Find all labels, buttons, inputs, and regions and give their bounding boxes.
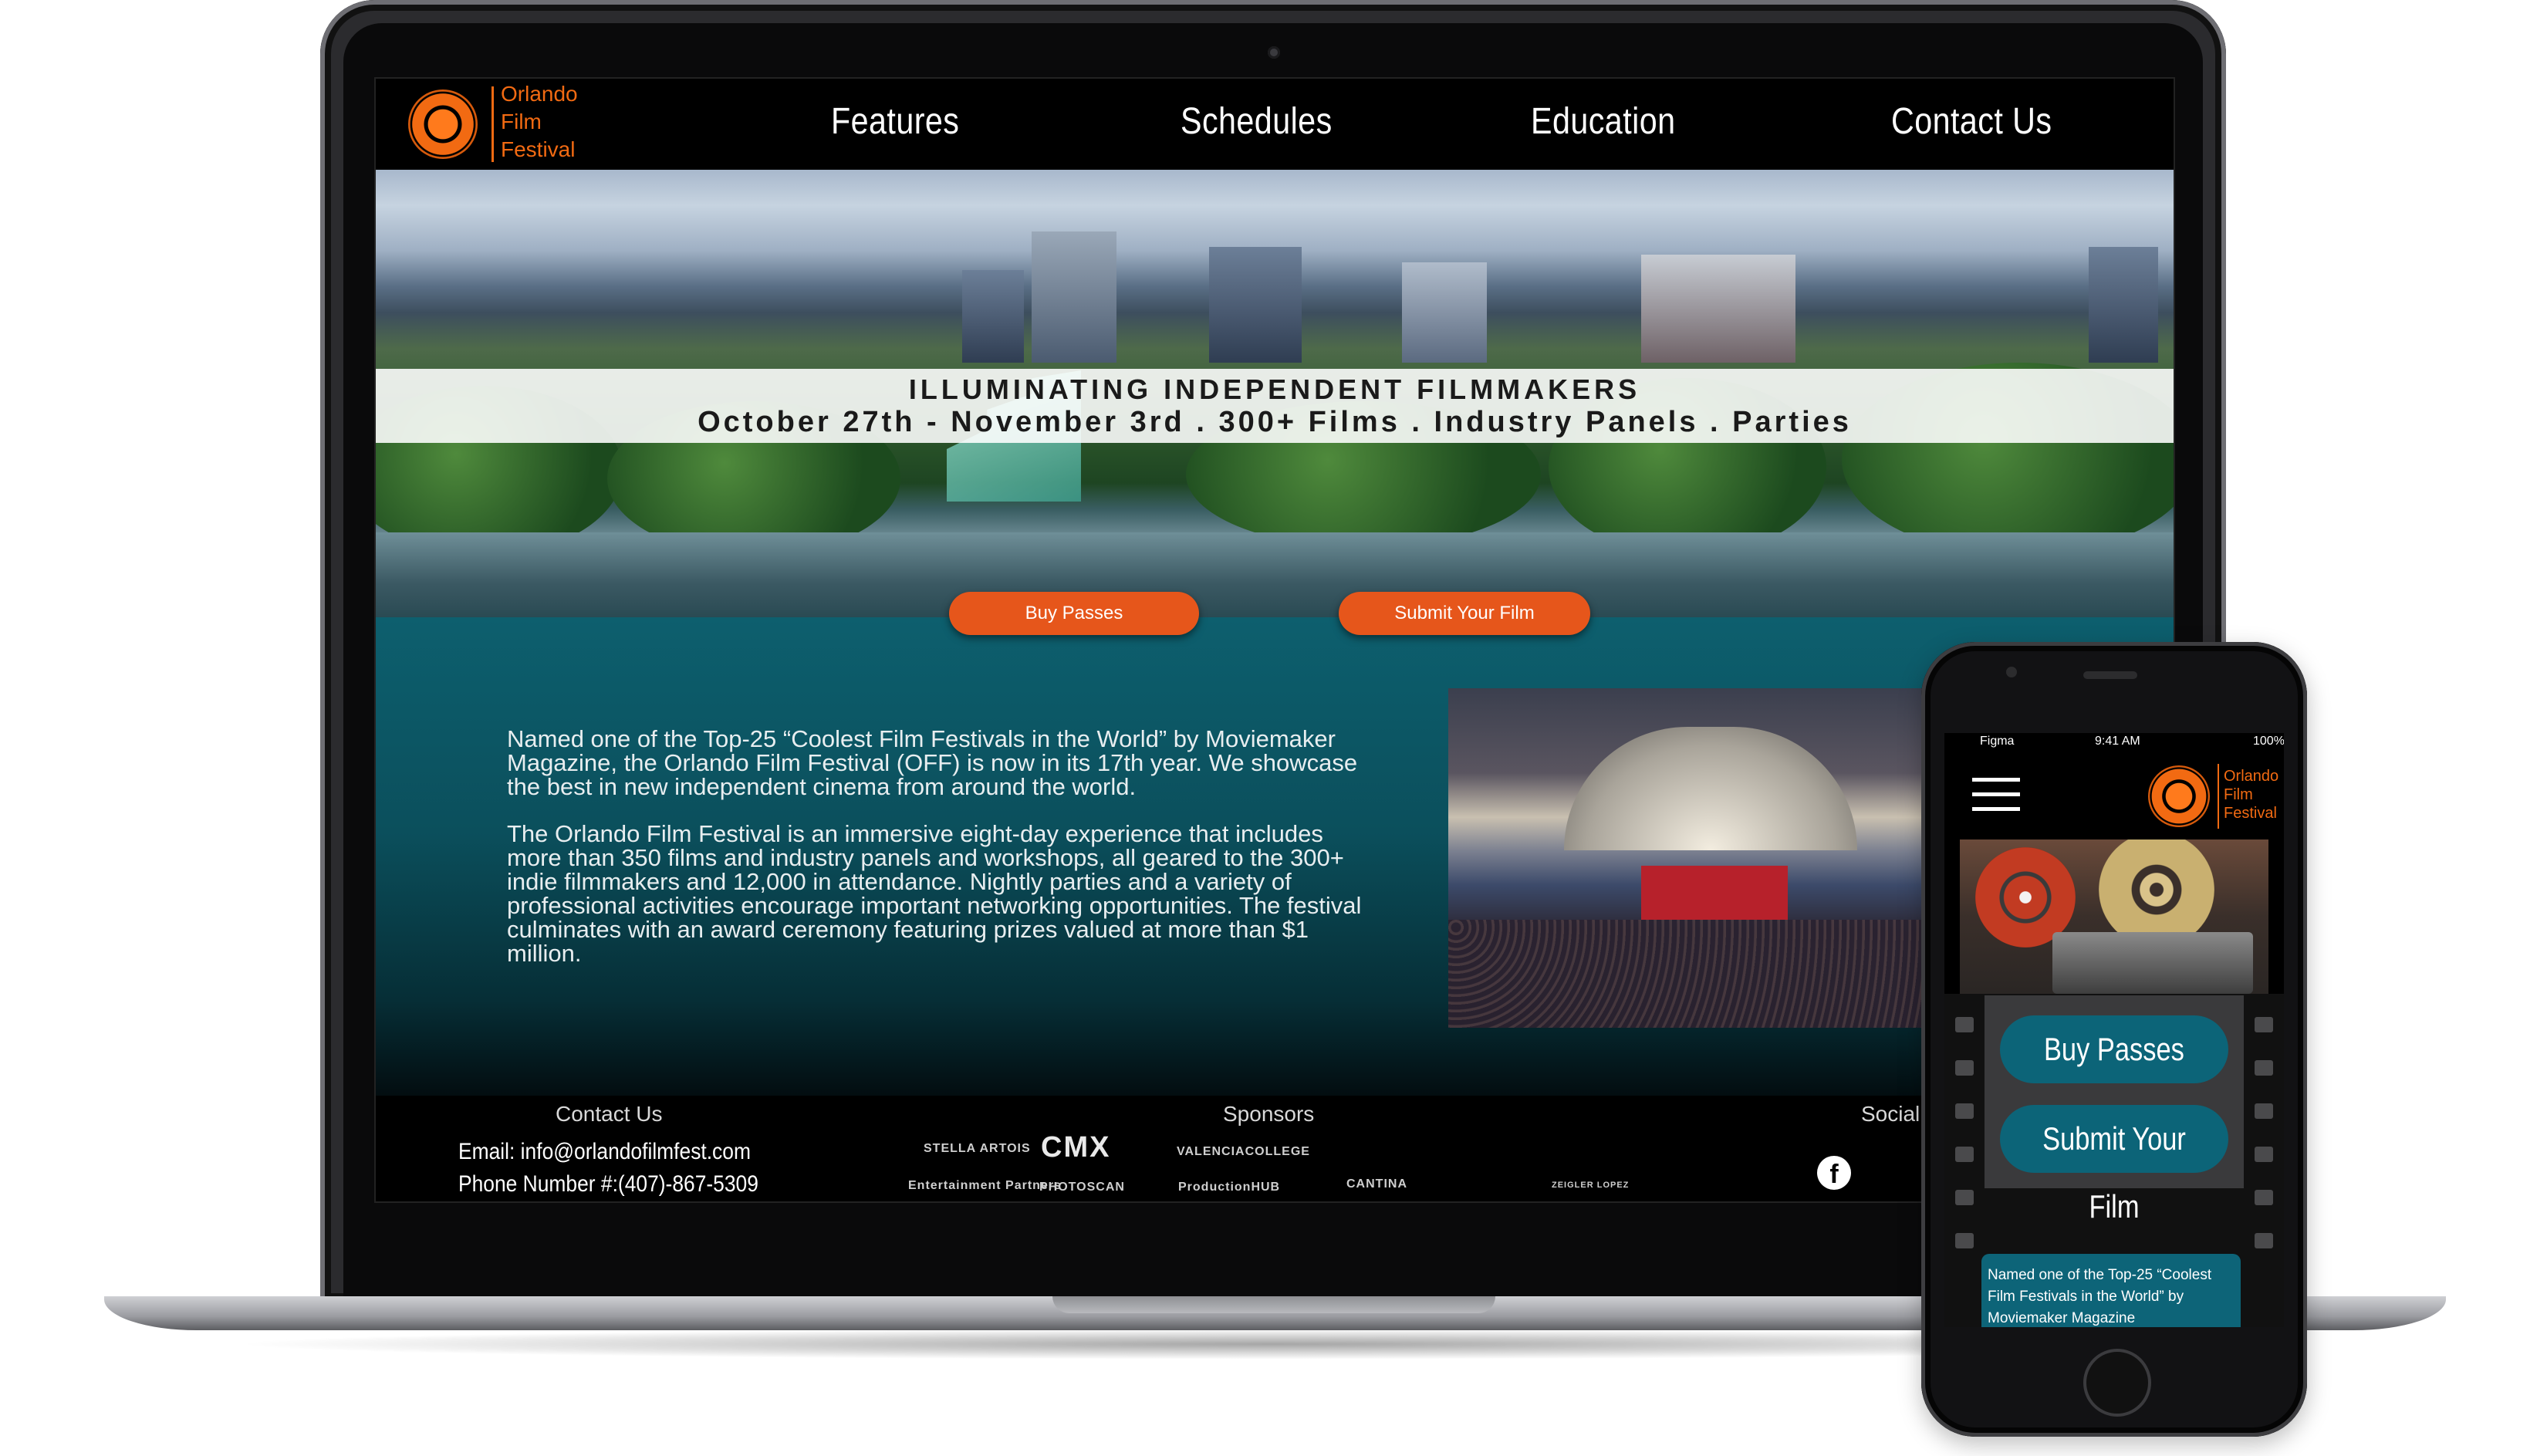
logo-line-orlando: Orlando <box>2224 768 2279 785</box>
desktop-website: Orlando Film Festival Features Schedules… <box>374 77 2175 1203</box>
phone-home-button[interactable] <box>2083 1349 2151 1417</box>
orange-laurel-logo-icon[interactable] <box>408 90 478 159</box>
mobile-submit-your-film-button[interactable]: Submit Your Film <box>2000 1105 2228 1225</box>
status-carrier: Figma <box>1980 735 2015 748</box>
status-bar: Figma 9:41 AM 100% <box>1944 733 2284 753</box>
buy-passes-button[interactable]: Buy Passes <box>949 592 1199 635</box>
film-projector-image <box>1960 839 2268 994</box>
status-time: 9:41 AM <box>2095 735 2140 748</box>
logo-divider <box>491 86 494 162</box>
about-text: Named one of the Top-25 “Coolest Film Fe… <box>507 727 1371 988</box>
logo-line-film: Film <box>501 110 542 133</box>
logo-line-festival: Festival <box>501 137 576 161</box>
site-footer: Contact Us Email: info@orlandofilmfest.c… <box>376 1096 2174 1201</box>
film-sprocket <box>2255 1017 2273 1032</box>
hero-building <box>1402 262 1487 363</box>
film-sprocket <box>1955 1103 1974 1119</box>
hero-lake-water <box>376 532 2174 617</box>
hero-building <box>2089 247 2158 363</box>
footer-phone[interactable]: Phone Number #:(407)-867-5309 <box>458 1171 758 1198</box>
film-reel-gold <box>2099 839 2214 948</box>
film-sprocket <box>2255 1190 2273 1205</box>
logo-line-film: Film <box>2224 786 2253 803</box>
nav-schedules[interactable]: Schedules <box>1181 100 1333 143</box>
film-sprocket <box>1955 1147 1974 1162</box>
submit-your-film-button[interactable]: Submit Your Film <box>1339 592 1590 635</box>
hamburger-menu-icon[interactable] <box>1972 778 2020 812</box>
film-sprocket <box>1955 1233 1974 1248</box>
hero-building <box>1209 247 1302 363</box>
laptop-camera <box>1268 46 1280 59</box>
mobile-cta-panel: Buy Passes Submit Your Film <box>1985 995 2244 1225</box>
film-sprocket <box>1955 1017 1974 1032</box>
logo-divider <box>2218 764 2219 829</box>
phone-speaker <box>2083 671 2137 679</box>
mobile-website: Figma 9:41 AM 100% Orlando Film Festival… <box>1944 733 2284 1327</box>
about-paragraph-2: The Orlando Film Festival is an immersiv… <box>507 820 1362 967</box>
event-stage <box>1641 866 1788 920</box>
footer-social-heading: Social <box>1861 1102 1920 1126</box>
hero-building <box>1641 255 1795 363</box>
nav-contact-us[interactable]: Contact Us <box>1891 100 2052 143</box>
event-crowd <box>1448 920 1950 1028</box>
hero-banner: ILLUMINATING INDEPENDENT FILMMAKERS Octo… <box>376 369 2174 443</box>
nav-education[interactable]: Education <box>1531 100 1675 143</box>
about-paragraph-1: Named one of the Top-25 “Coolest Film Fe… <box>507 725 1358 800</box>
sponsor-stella-artois[interactable]: STELLA ARTOIS <box>924 1142 1031 1156</box>
nav-features[interactable]: Features <box>831 100 959 143</box>
mobile-buy-passes-label: Buy Passes <box>2044 1031 2184 1067</box>
film-sprocket <box>2255 1060 2273 1076</box>
logo-line-festival: Festival <box>2224 805 2277 822</box>
footer-email[interactable]: Email: info@orlandofilmfest.com <box>458 1139 751 1165</box>
festival-event-photo <box>1448 688 1950 1028</box>
laptop-hinge-notch <box>1052 1296 1495 1313</box>
sponsor-cmx[interactable]: CMX <box>1041 1131 1110 1164</box>
top-navigation: Orlando Film Festival Features Schedules… <box>376 79 2174 170</box>
film-sprocket <box>1955 1060 1974 1076</box>
projector-body <box>2052 932 2253 994</box>
event-canopy <box>1564 727 1857 850</box>
phone-front-camera <box>2006 667 2017 677</box>
sponsor-valencia-college[interactable]: VALENCIACOLLEGE <box>1177 1145 1310 1159</box>
hero-building <box>962 270 1024 363</box>
sponsor-photoscan[interactable]: PHOTOSCAN <box>1039 1181 1125 1194</box>
sponsor-productionhub[interactable]: ProductionHUB <box>1178 1181 1280 1194</box>
mobile-about-text: Named one of the Top-25 “Coolest Film Fe… <box>1981 1254 2241 1327</box>
footer-contact-heading: Contact Us <box>556 1102 663 1126</box>
orange-laurel-logo-icon[interactable] <box>2148 765 2210 827</box>
sponsor-zeigler-lopez[interactable]: ZEIGLER LOPEZ <box>1552 1181 1629 1190</box>
film-sprocket <box>1955 1190 1974 1205</box>
status-battery: 100% <box>2253 735 2284 748</box>
sponsor-cantina[interactable]: CANTINA <box>1346 1177 1407 1191</box>
hero-building <box>1032 231 1116 363</box>
film-sprocket <box>2255 1103 2273 1119</box>
mobile-logo-text[interactable]: Orlando Film Festival <box>2224 767 2278 823</box>
site-logo-text[interactable]: Orlando Film Festival <box>501 80 578 164</box>
mobile-buy-passes-button[interactable]: Buy Passes <box>2000 1015 2228 1083</box>
film-sprocket <box>2255 1147 2273 1162</box>
mobile-submit-label: Submit Your Film <box>2042 1120 2186 1225</box>
facebook-icon[interactable]: f <box>1817 1156 1851 1190</box>
film-sprocket <box>2255 1233 2273 1248</box>
banner-headline: ILLUMINATING INDEPENDENT FILMMAKERS <box>908 373 1641 405</box>
footer-sponsors-heading: Sponsors <box>1223 1102 1315 1126</box>
hero-image-orlando-skyline: ILLUMINATING INDEPENDENT FILMMAKERS Octo… <box>376 170 2174 617</box>
banner-dates: October 27th - November 3rd . 300+ Films… <box>698 406 1852 438</box>
logo-line-orlando: Orlando <box>501 82 578 106</box>
